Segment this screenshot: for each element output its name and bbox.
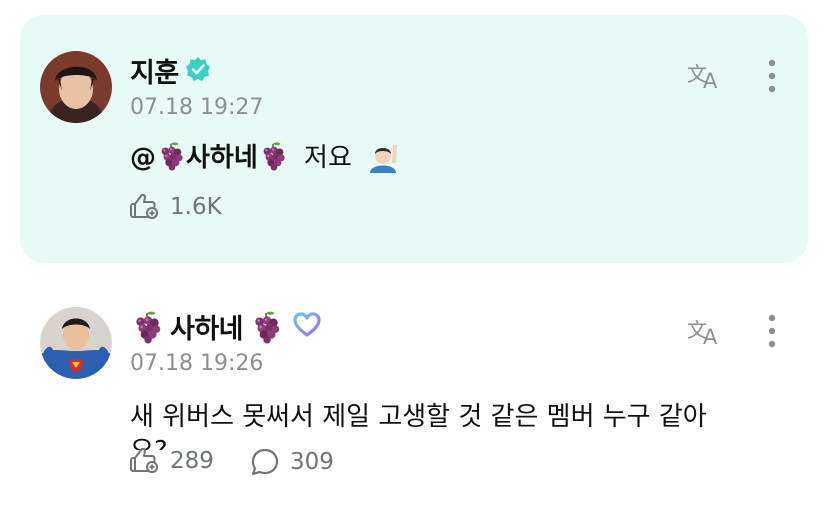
comment-action[interactable]: 309: [250, 447, 334, 477]
translate-icon: 文 A: [687, 62, 718, 91]
more-options-button[interactable]: [760, 313, 784, 349]
author-name[interactable]: 지훈: [130, 51, 179, 90]
svg-text:A: A: [703, 69, 718, 91]
like-icon: [130, 193, 158, 219]
verified-check-icon: [185, 56, 211, 86]
like-icon: [130, 447, 158, 473]
like-action[interactable]: 289: [130, 447, 214, 475]
more-vertical-icon: [768, 314, 776, 348]
mention-at: @: [130, 143, 156, 173]
post-body: @ 사하네 저요: [130, 137, 400, 180]
author-row: 지훈: [130, 51, 211, 90]
translate-button[interactable]: 文 A: [684, 314, 726, 348]
post-text: 저요: [304, 143, 352, 173]
svg-text:A: A: [703, 325, 718, 347]
more-options-button[interactable]: [760, 58, 784, 94]
author-row: 사하네: [130, 307, 321, 346]
grape-emoji: [258, 141, 288, 171]
translate-button[interactable]: 文 A: [684, 58, 726, 92]
comment-icon: [251, 448, 279, 476]
like-count: 1.6K: [170, 194, 222, 220]
mention-link[interactable]: @ 사하네: [130, 143, 288, 173]
raising-hand-emoji: [366, 139, 400, 180]
grape-emoji: [156, 141, 186, 171]
grape-emoji: [249, 310, 283, 344]
membership-heart-icon: [293, 311, 321, 342]
translate-icon: 文 A: [687, 318, 718, 347]
like-count: 289: [170, 448, 214, 474]
author-name[interactable]: 사하네: [170, 307, 244, 346]
comment-count: 309: [290, 449, 334, 475]
timestamp: 07.18 19:27: [130, 95, 264, 120]
more-vertical-icon: [768, 59, 776, 93]
avatar[interactable]: [40, 51, 112, 123]
timestamp: 07.18 19:26: [130, 351, 264, 376]
mention-name: 사하네: [186, 143, 258, 173]
like-action[interactable]: 1.6K: [130, 193, 222, 221]
post-body-line1: 새 위버스 못써서 제일 고생할 것 같은 멤버 누구 같아: [130, 402, 707, 432]
grape-emoji: [130, 310, 164, 344]
avatar[interactable]: [40, 307, 112, 379]
